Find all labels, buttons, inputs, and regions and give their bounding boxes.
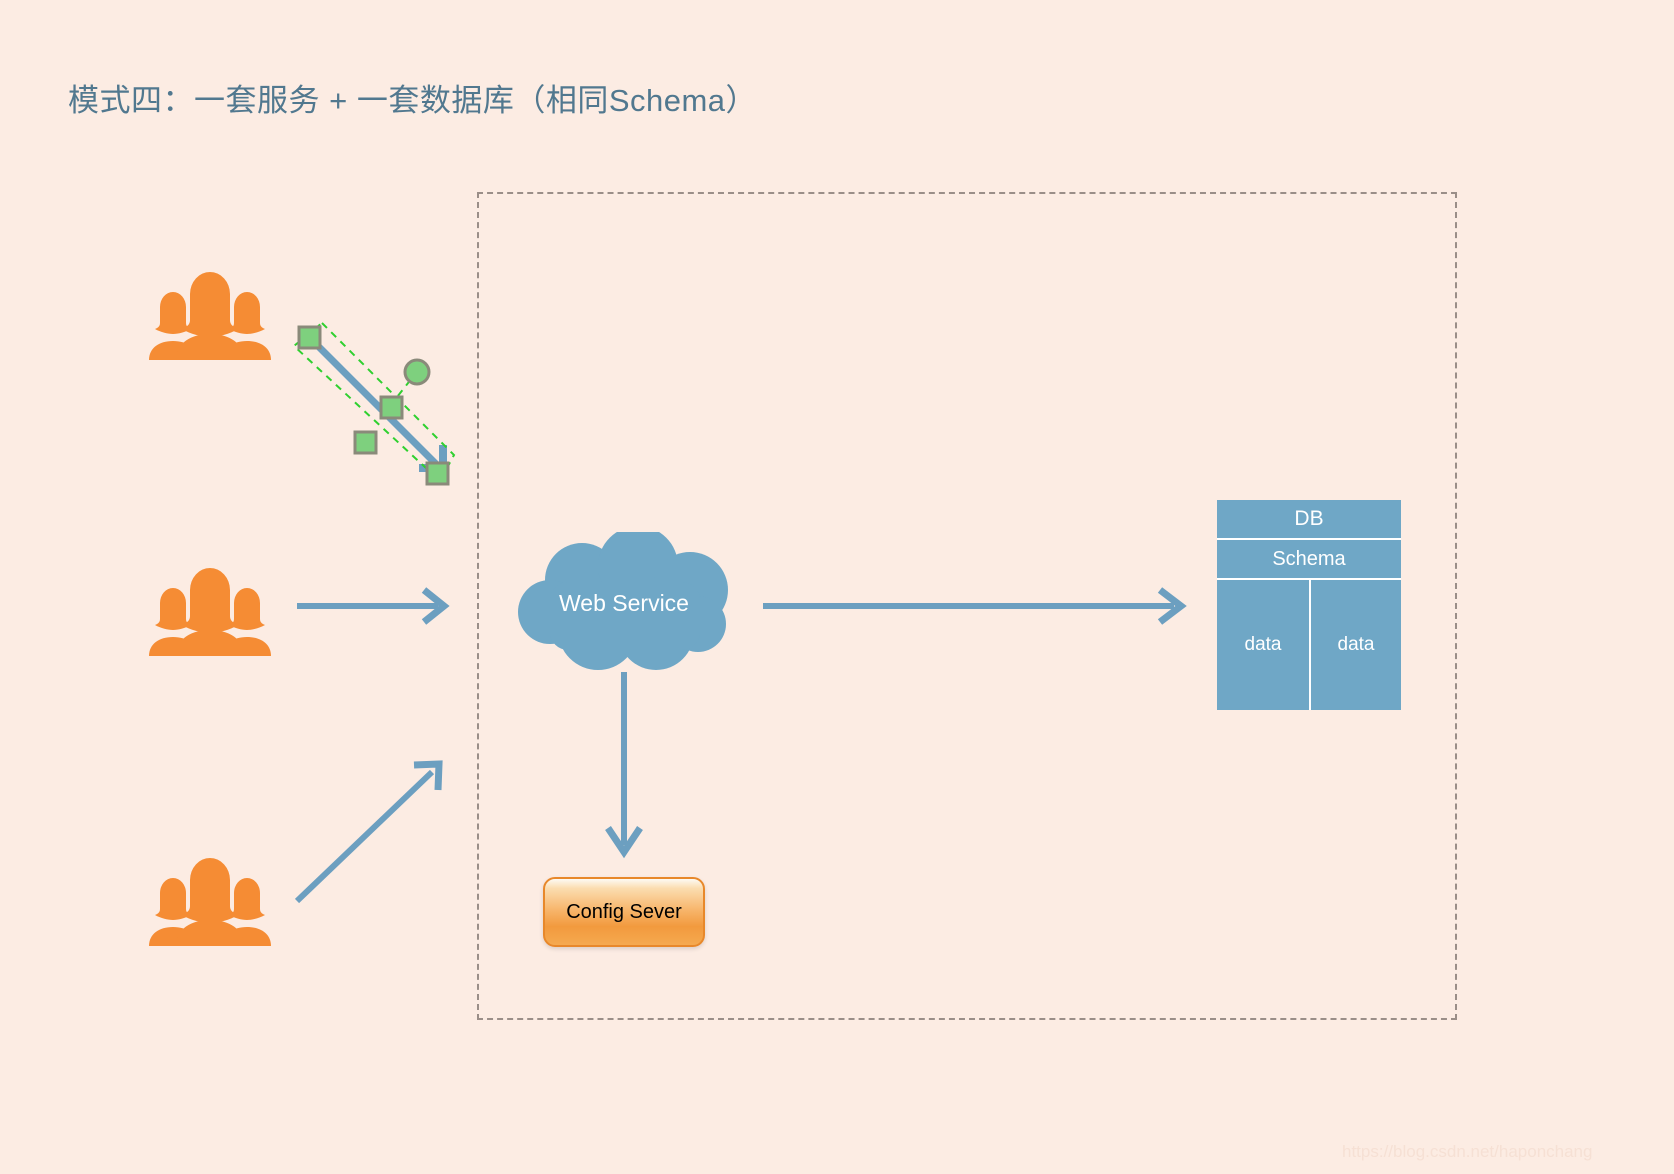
people-group-icon	[149, 568, 271, 656]
db-data-row: data data	[1217, 580, 1401, 710]
midpoint-handle	[379, 395, 404, 420]
db-header-row: DB	[1217, 500, 1401, 540]
config-server-label: Config Sever	[566, 900, 682, 923]
db-schema-label: Schema	[1272, 547, 1346, 570]
users-group-top[interactable]	[148, 272, 272, 360]
connector-users-bottom-to-service[interactable]	[294, 760, 443, 904]
db-schema-row: Schema	[1217, 540, 1401, 580]
selected-connector[interactable]	[288, 318, 463, 493]
web-service-node[interactable]: Web Service	[510, 532, 738, 674]
resize-handle	[297, 325, 322, 350]
connector-users-middle-to-service[interactable]	[297, 587, 450, 625]
config-server-node[interactable]: Config Sever	[543, 877, 705, 947]
people-group-icon	[149, 858, 271, 946]
db-data-cell: data	[1217, 580, 1309, 710]
db-data-label: data	[1337, 634, 1375, 655]
midpoint-handle	[353, 430, 378, 455]
rotation-handle	[403, 358, 431, 386]
people-group-icon	[149, 272, 271, 360]
page-title: 模式四：一套服务 + 一套数据库（相同Schema）	[68, 83, 758, 118]
db-data-label: data	[1244, 634, 1282, 655]
users-group-middle[interactable]	[148, 568, 272, 656]
resize-handle	[425, 461, 450, 486]
users-group-bottom[interactable]	[148, 858, 272, 946]
cloud-icon	[518, 532, 728, 670]
diagram-canvas: 模式四：一套服务 + 一套数据库（相同Schema） Web Service C…	[0, 0, 1674, 1174]
db-data-cell: data	[1309, 580, 1401, 710]
watermark: https://blog.csdn.net/haponchang	[1342, 1142, 1593, 1161]
database-node[interactable]: DB Schema data data	[1217, 500, 1401, 710]
db-header-label: DB	[1294, 507, 1324, 530]
